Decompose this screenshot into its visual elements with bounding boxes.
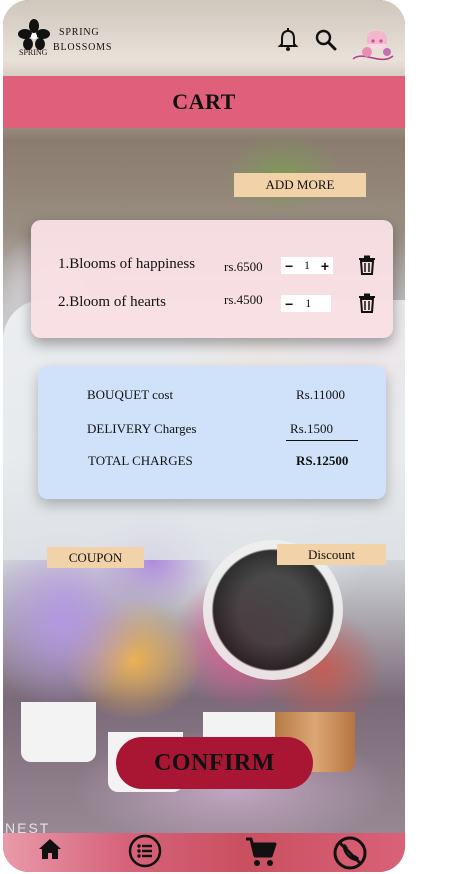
quantity-stepper[interactable]: − 1 [281,295,331,312]
trash-icon[interactable] [358,255,376,275]
phone-screen: NEST SPRING SPRING BLOSSOMS CART ADD MOR… [3,0,405,872]
search-icon[interactable] [315,29,337,51]
item-name: 2.Bloom of hearts [58,294,166,310]
cart-header-bar: CART [3,76,405,128]
quantity-stepper[interactable]: − 1 + [281,257,333,274]
bell-icon[interactable] [277,28,299,52]
home-icon[interactable] [37,836,63,862]
page-title: CART [172,89,236,114]
order-summary-card: BOUQUET cost Rs.11000 DELIVERY Charges R… [38,366,386,499]
item-name: 1.Blooms of happiness [58,256,196,272]
delivery-charges-label: DELIVERY Charges [87,421,197,436]
quantity-value: 1 [305,296,312,310]
bouquet-cost-label: BOUQUET cost [87,387,174,402]
avatar[interactable] [351,26,395,64]
confirm-button[interactable]: CONFIRM [116,737,313,789]
brand-logo[interactable]: SPRING SPRING BLOSSOMS [17,18,117,62]
brand-name-line2: BLOSSOMS [53,42,113,53]
item-price: rs.4500 [224,292,263,307]
cart-icon[interactable] [244,835,278,869]
cart-items-card: 1.Blooms of happiness rs.6500 − 1 + 2.Bl… [31,220,393,338]
bouquet-cost-value: Rs.11000 [296,387,345,402]
summary-divider [286,440,358,441]
total-charges-value: RS.12500 [296,453,349,468]
list-icon[interactable] [128,834,162,868]
brand-name: SPRING BLOSSOMS [53,25,113,55]
logo-mark-text: SPRING [19,48,48,57]
brand-name-line1: SPRING [59,27,100,38]
coupon-button[interactable]: COUPON [47,547,144,568]
add-more-button[interactable]: ADD MORE [234,173,366,197]
phone-icon[interactable] [332,835,368,871]
item-price: rs.6500 [224,259,263,274]
cart-item: 2.Bloom of hearts rs.4500 − 1 [31,292,393,316]
decrease-quantity-button[interactable]: − [285,296,293,312]
quantity-value: 1 [304,258,310,272]
delivery-charges-value: Rs.1500 [290,421,333,436]
flower-pot [21,702,96,762]
increase-quantity-button[interactable]: + [321,258,329,274]
cart-item: 1.Blooms of happiness rs.6500 − 1 + [31,254,393,278]
trash-icon[interactable] [358,293,376,313]
total-charges-label: TOTAL CHARGES [88,453,193,468]
bottom-navigation [3,833,405,872]
discount-button[interactable]: Discount [277,544,386,565]
decrease-quantity-button[interactable]: − [285,258,293,274]
